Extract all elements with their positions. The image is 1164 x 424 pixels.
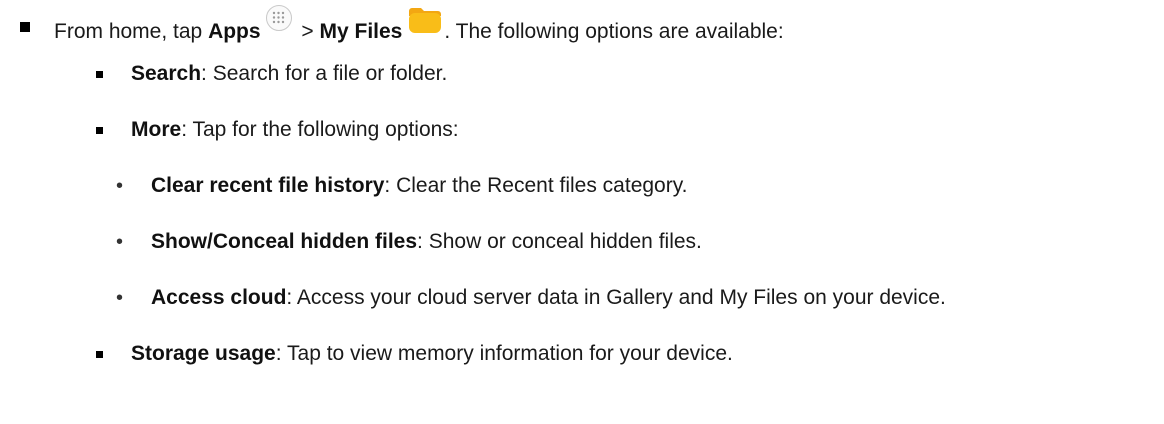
myfiles-label: My Files	[319, 20, 403, 43]
sub-option-bullet: •	[116, 231, 124, 253]
option-term: More	[131, 118, 182, 141]
apps-grid-icon	[265, 5, 292, 31]
intro-suffix: . The following options are available:	[444, 20, 784, 43]
option-term: Storage usage	[131, 342, 276, 365]
intro-line: From home, tap Apps > My Files . The foll…	[54, 5, 784, 43]
option-storage-usage: Storage usage: Tap to view memory inform…	[131, 341, 733, 367]
sub-option-desc: : Show or conceal hidden files.	[417, 230, 702, 253]
sub-option-term: Clear recent file history	[151, 174, 385, 197]
option-desc: : Tap for the following options:	[181, 118, 459, 141]
intro-prefix: From home, tap	[54, 20, 209, 43]
sub-option-clear-history: Clear recent file history: Clear the Rec…	[151, 173, 688, 199]
option-bullet	[96, 127, 103, 134]
option-bullet	[96, 351, 103, 358]
option-term: Search	[131, 62, 202, 85]
sub-option-desc: : Clear the Recent files category.	[384, 174, 688, 197]
intro-bullet	[20, 22, 30, 32]
intro-separator: >	[295, 20, 320, 43]
option-bullet	[96, 71, 103, 78]
option-search: Search: Search for a file or folder.	[131, 61, 447, 87]
sub-option-term: Access cloud	[151, 286, 287, 309]
sub-option-bullet: •	[116, 175, 124, 197]
sub-option-desc: : Access your cloud server data in Galle…	[286, 286, 946, 309]
apps-label: Apps	[208, 20, 261, 43]
option-more: More: Tap for the following options:	[131, 117, 459, 143]
sub-option-hidden-files: Show/Conceal hidden files: Show or conce…	[151, 229, 702, 255]
sub-option-term: Show/Conceal hidden files	[151, 230, 418, 253]
option-desc: : Tap to view memory information for you…	[275, 342, 733, 365]
sub-option-access-cloud: Access cloud: Access your cloud server d…	[151, 285, 946, 311]
sub-option-bullet: •	[116, 287, 124, 309]
option-desc: : Search for a file or folder.	[201, 62, 448, 85]
yellow-folder-icon	[408, 6, 442, 34]
